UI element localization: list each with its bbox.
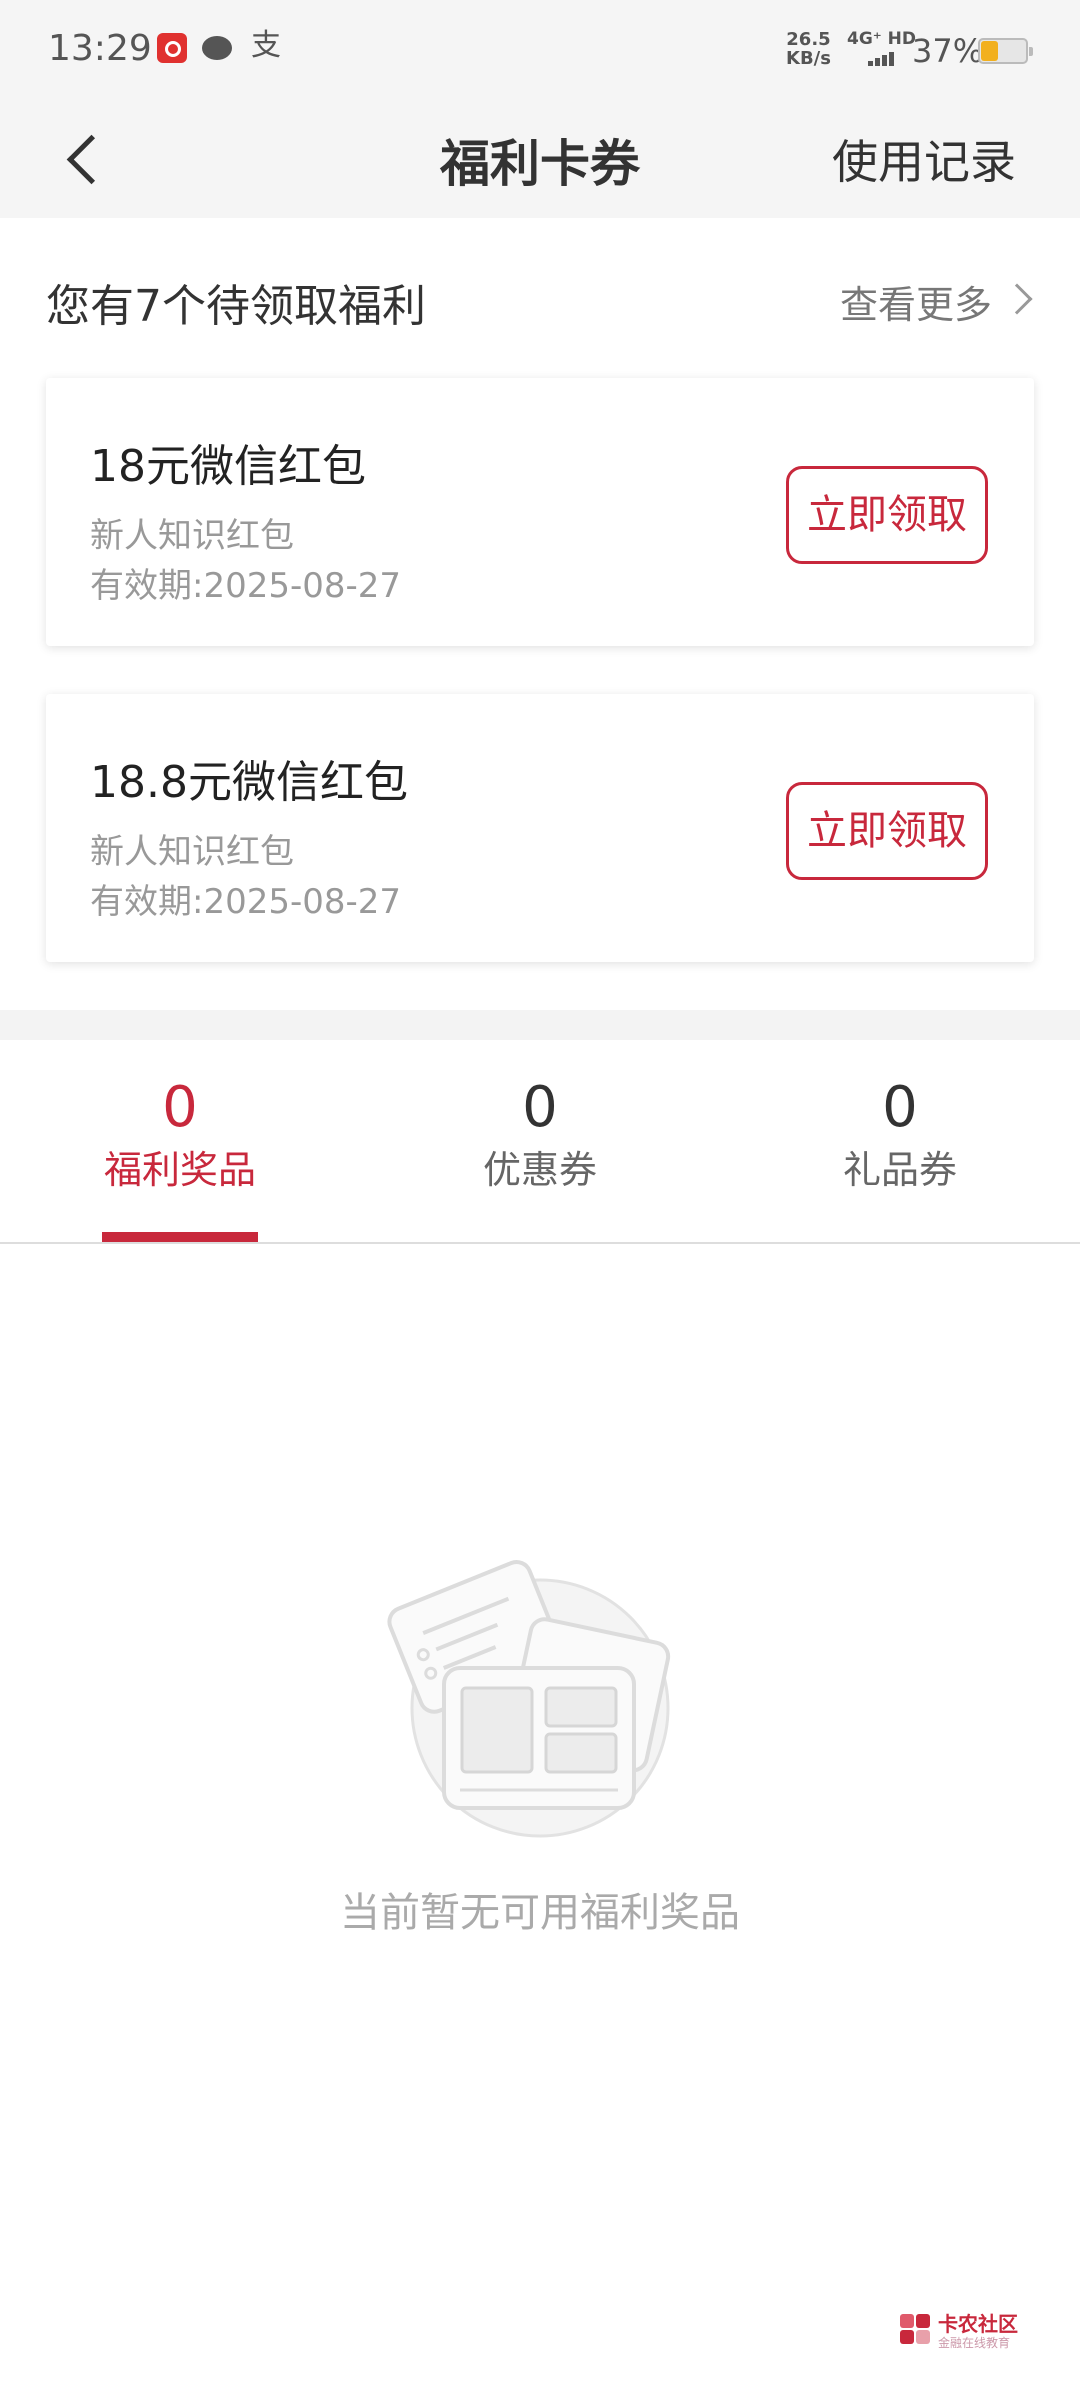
coupon-description: 新人知识红包 — [90, 516, 294, 556]
status-bar: 13:29 支 26.5 KB/s 4G⁺ HD 37% — [0, 0, 1080, 96]
coupon-expiry: 有效期:2025-08-27 — [90, 566, 402, 606]
network-speed-unit: KB/s — [786, 48, 831, 69]
chat-icon — [202, 36, 232, 60]
active-tab-indicator — [102, 1232, 258, 1242]
tab-gift-coupons[interactable]: 0 礼品券 — [720, 1076, 1080, 1194]
alipay-icon: 支 — [251, 28, 281, 63]
welfare-coupons-page: 13:29 支 26.5 KB/s 4G⁺ HD 37% 福利卡券 使用记录 您… — [0, 0, 1080, 2400]
tab-count: 0 — [162, 1075, 198, 1140]
welfare-title: 您有7个待领取福利 — [46, 281, 426, 332]
tab-welfare-prizes[interactable]: 0 福利奖品 — [0, 1076, 360, 1194]
watermark-subtitle: 金融在线教育 — [938, 2336, 1011, 2350]
usage-history-button[interactable]: 使用记录 — [832, 126, 1016, 192]
coupon-name: 18.8元微信红包 — [90, 757, 408, 808]
tab-count: 0 — [882, 1075, 918, 1140]
coupon-card: 18元微信红包 新人知识红包 有效期:2025-08-27 立即领取 — [46, 378, 1034, 646]
nav-bar: 福利卡券 使用记录 — [0, 96, 1080, 218]
tab-label: 礼品券 — [842, 1148, 957, 1192]
coupon-description: 新人知识红包 — [90, 832, 294, 872]
kanong-logo-icon — [900, 2314, 930, 2344]
see-more-link[interactable]: 查看更多 — [840, 274, 1036, 329]
chevron-right-icon — [1001, 283, 1033, 315]
network-speed-value: 26.5 — [786, 29, 831, 50]
network-type: 4G⁺ HD — [847, 29, 917, 49]
empty-state-text: 当前暂无可用福利奖品 — [340, 1890, 740, 1936]
claim-button[interactable]: 立即领取 — [786, 782, 988, 880]
claim-button[interactable]: 立即领取 — [786, 466, 988, 564]
coupon-card: 18.8元微信红包 新人知识红包 有效期:2025-08-27 立即领取 — [46, 694, 1034, 962]
tab-label: 优惠券 — [482, 1148, 597, 1192]
tab-count: 0 — [522, 1075, 558, 1140]
netease-music-icon — [157, 33, 187, 63]
battery-percent: 37% — [912, 32, 984, 70]
tab-discount-coupons[interactable]: 0 优惠券 — [360, 1076, 720, 1194]
see-more-label: 查看更多 — [839, 283, 992, 327]
empty-coupons-illustration — [387, 1560, 671, 1838]
network-speed: 26.5 KB/s — [786, 30, 831, 68]
battery-fill — [981, 41, 998, 61]
coupon-expiry: 有效期:2025-08-27 — [90, 882, 402, 922]
watermark: 卡农社区 金融在线教育 — [898, 2308, 1038, 2354]
welfare-header: 您有7个待领取福利 查看更多 — [46, 270, 1036, 332]
tab-bar: 0 福利奖品 0 优惠券 0 礼品券 — [0, 1040, 1080, 1244]
section-divider — [0, 1010, 1080, 1040]
battery-icon — [978, 38, 1033, 64]
tab-label: 福利奖品 — [103, 1148, 256, 1192]
coupon-name: 18元微信红包 — [90, 441, 366, 492]
signal-icon — [868, 50, 898, 66]
status-time: 13:29 — [48, 28, 152, 69]
watermark-title: 卡农社区 — [938, 2312, 1018, 2336]
